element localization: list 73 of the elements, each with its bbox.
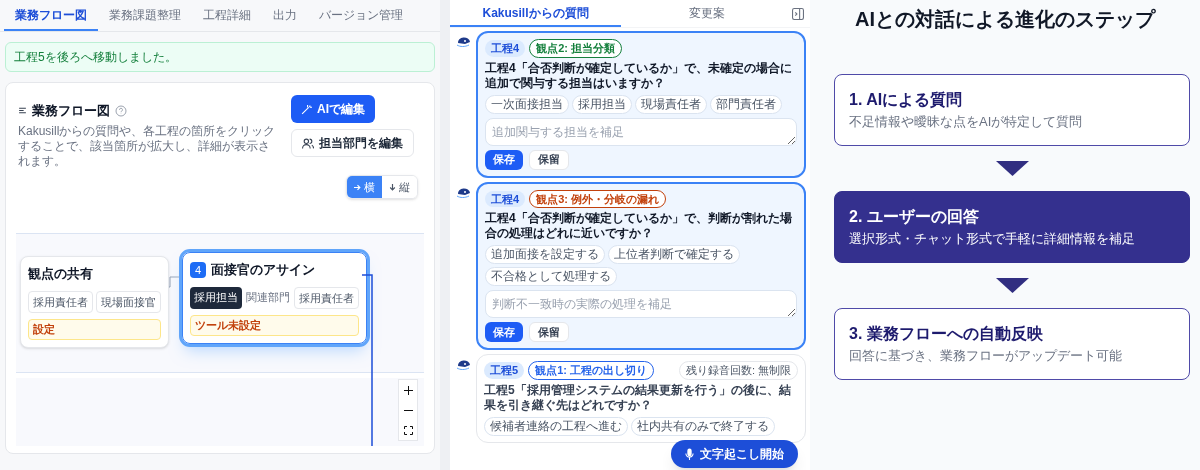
role-tag[interactable]: 採用担当 — [190, 286, 242, 309]
step-tag: 工程4 — [485, 40, 526, 57]
down-arrow-icon — [995, 278, 1029, 293]
recording-count-badge: 残り録音回数: 無制限 — [678, 361, 798, 380]
steps-title: AIとの対話による進化のステップ — [855, 7, 1155, 32]
step-title: 1. AIによる質問 — [849, 90, 964, 111]
node-title: 観点の共有 — [28, 265, 93, 283]
answer-option[interactable]: 部門責任者 — [710, 94, 782, 114]
answer-option[interactable]: 現場責任者 — [635, 94, 707, 114]
save-button[interactable]: 保存 — [485, 322, 523, 342]
step-number-badge: 4 — [190, 261, 207, 278]
bot-avatar-icon — [456, 360, 472, 372]
flow-node[interactable]: 観点の共有 採用責任者 現場面接官 設定 — [20, 256, 169, 348]
step-description: 回答に基づき、業務フローがアップデート可能 — [849, 347, 1123, 366]
card-description: Kakusillからの質問や、各工程の箇所をクリックすることで、該当箇所が拡大し、詳細が表示されます。 — [18, 123, 277, 169]
question-text: 工程4「合否判断が確定しているか」で、未確定の場合に追加で関与する担当はいますか？ — [485, 60, 793, 91]
card-title: 業務フロー図 — [32, 102, 110, 120]
edit-departments-button[interactable]: 担当部門を編集 — [291, 129, 414, 157]
fullscreen-icon — [403, 425, 413, 435]
question-text: 工程4「合否判断が確定しているか」で、判断が割れた場合の処理はどれに近いですか？ — [485, 211, 793, 241]
panel-tab[interactable]: 変更案 — [621, 0, 792, 27]
microphone-icon — [685, 448, 694, 460]
arrow-right-icon — [354, 183, 361, 191]
answer-option[interactable]: 不合格として処理する — [485, 267, 617, 286]
tab[interactable]: 業務フロー図 — [4, 0, 98, 31]
users-icon — [302, 137, 314, 149]
answer-field[interactable]: 判断不一致時の実際の処理を補足 — [485, 290, 797, 318]
collapse-panel-icon[interactable] — [792, 7, 804, 20]
role-tag[interactable]: 採用責任者 — [28, 290, 93, 313]
tab[interactable]: 出力 — [262, 0, 308, 31]
save-button[interactable]: 保存 — [485, 149, 523, 170]
answer-option[interactable]: 候補者連絡の工程へ進む — [484, 416, 628, 436]
down-arrow-icon — [995, 161, 1029, 176]
answer-option[interactable]: 上位者判断で確定する — [608, 245, 740, 264]
layout-toggle[interactable]: 横 — [347, 176, 382, 198]
answer-option[interactable]: 採用担当 — [572, 94, 632, 114]
answer-option[interactable]: 追加面接を設定する — [485, 245, 605, 264]
role-tag[interactable]: 関連部門 — [245, 286, 291, 309]
aspect-tag: 観点2: 担当分類 — [529, 39, 622, 58]
transcribe-button[interactable]: 文字起こし開始 — [671, 440, 798, 468]
step-title: 3. 業務フローへの自動反映 — [849, 324, 1044, 345]
question-text: 工程5「採用管理システムの結果更新を行う」の後に、結果を引き継ぐ先はどれですか？ — [484, 382, 792, 413]
aspect-tag: 観点3: 例外・分岐の漏れ — [529, 189, 666, 208]
role-tag[interactable]: 現場面接官 — [96, 290, 161, 313]
step-description: 不足情報や曖昧な点をAIが特定して質問 — [849, 113, 1084, 132]
magic-wand-icon — [301, 103, 312, 115]
answer-option[interactable]: 一次面接担当 — [485, 94, 569, 114]
list-icon — [18, 106, 27, 116]
success-alert: 工程5を後ろへ移動しました。 — [5, 42, 435, 72]
step-title: 2. ユーザーの回答 — [849, 207, 980, 228]
answer-field[interactable]: 追加関与する担当を補足 — [485, 117, 797, 146]
hold-button[interactable]: 保留 — [529, 322, 569, 342]
panel-tab[interactable]: Kakusillからの質問 — [450, 0, 621, 27]
role-tag[interactable]: 採用責任者 — [294, 286, 359, 309]
tab[interactable]: バージョン管理 — [308, 0, 414, 31]
bot-avatar-icon — [456, 187, 472, 200]
tool-warning: 設定 — [28, 319, 161, 340]
flow-node[interactable]: 4 面接官のアサイン 採用担当 関連部門 採用責任者 ツール未設定 — [182, 252, 367, 344]
tool-warning: ツール未設定 — [190, 315, 359, 336]
step-tag: 工程5 — [484, 362, 525, 379]
answer-option[interactable]: 社内共有のみで終了する — [631, 416, 775, 436]
aspect-tag: 観点1: 工程の出し切り — [528, 361, 654, 380]
hold-button[interactable]: 保留 — [529, 149, 569, 170]
ai-edit-button[interactable]: AIで編集 — [291, 95, 375, 123]
plus-icon — [403, 385, 413, 395]
step-tag: 工程4 — [485, 190, 526, 207]
node-title: 面接官のアサイン — [211, 261, 316, 279]
tab[interactable]: 工程詳細 — [192, 0, 262, 31]
bot-avatar-icon — [456, 37, 472, 49]
layout-toggle[interactable]: 縦 — [382, 176, 417, 198]
step-description: 選択形式・チャット形式で手軽に詳細情報を補足 — [849, 230, 1136, 249]
tab[interactable]: 業務課題整理 — [98, 0, 192, 31]
arrow-down-icon — [389, 183, 396, 191]
